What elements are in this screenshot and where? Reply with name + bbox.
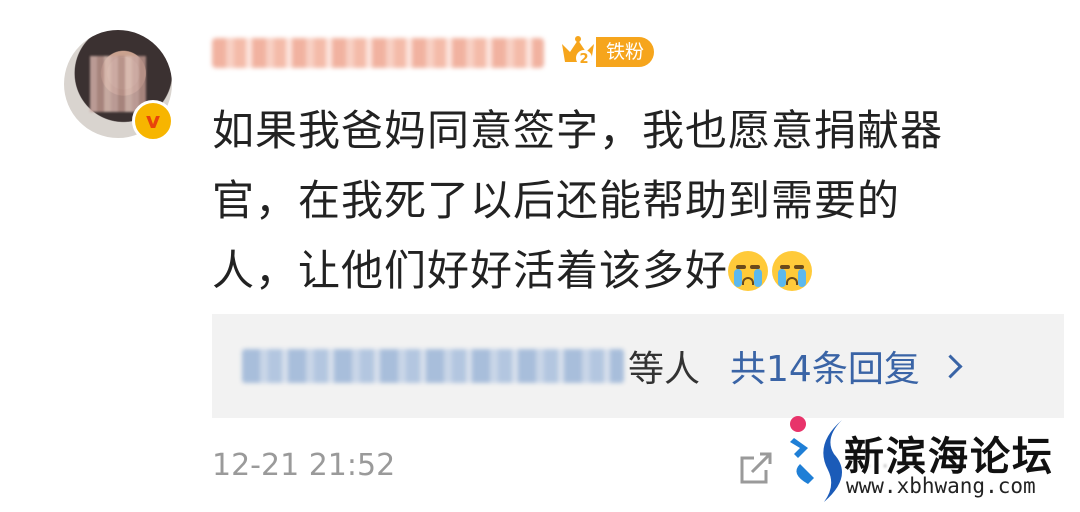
- crying-face-icon: [772, 251, 813, 291]
- reply-names-suffix: 等人: [628, 349, 701, 390]
- reply-names-blurred: [242, 349, 624, 383]
- comment-timestamp: 12-21 21:52: [212, 448, 396, 483]
- crown-icon: 2: [558, 34, 598, 70]
- comment-text: 如果我爸妈同意签字，我也愿意捐献器 官，在我死了以后还能帮助到需要的 人，让他们…: [212, 96, 1042, 306]
- crying-face-icon: [728, 251, 769, 291]
- fan-badge-label: 铁粉: [596, 37, 655, 67]
- comment-line-last: 人，让他们好好活着该多好: [212, 236, 1042, 306]
- share-icon[interactable]: [736, 448, 776, 488]
- site-watermark: 新滨海论坛 www.xbhwang.com: [780, 412, 1080, 512]
- avatar-pixelation: [90, 56, 146, 112]
- chevron-right-icon: [938, 353, 963, 379]
- replies-panel[interactable]: 等人 共14条回复: [212, 314, 1064, 418]
- fan-level: 2: [579, 52, 588, 67]
- reply-count-link[interactable]: 共14条回复: [730, 340, 920, 392]
- fan-badge[interactable]: 2 铁粉: [558, 34, 662, 70]
- watermark-url: www.xbhwang.com: [846, 474, 1036, 498]
- comment-line: 如果我爸妈同意签字，我也愿意捐献器: [212, 106, 944, 155]
- username-blurred[interactable]: [212, 38, 544, 68]
- comment-line: 人，让他们好好活着该多好: [212, 246, 729, 295]
- comment-line: 官，在我死了以后还能帮助到需要的: [212, 176, 901, 225]
- site-logo-icon: [790, 416, 842, 502]
- verified-v-icon: v: [132, 100, 174, 142]
